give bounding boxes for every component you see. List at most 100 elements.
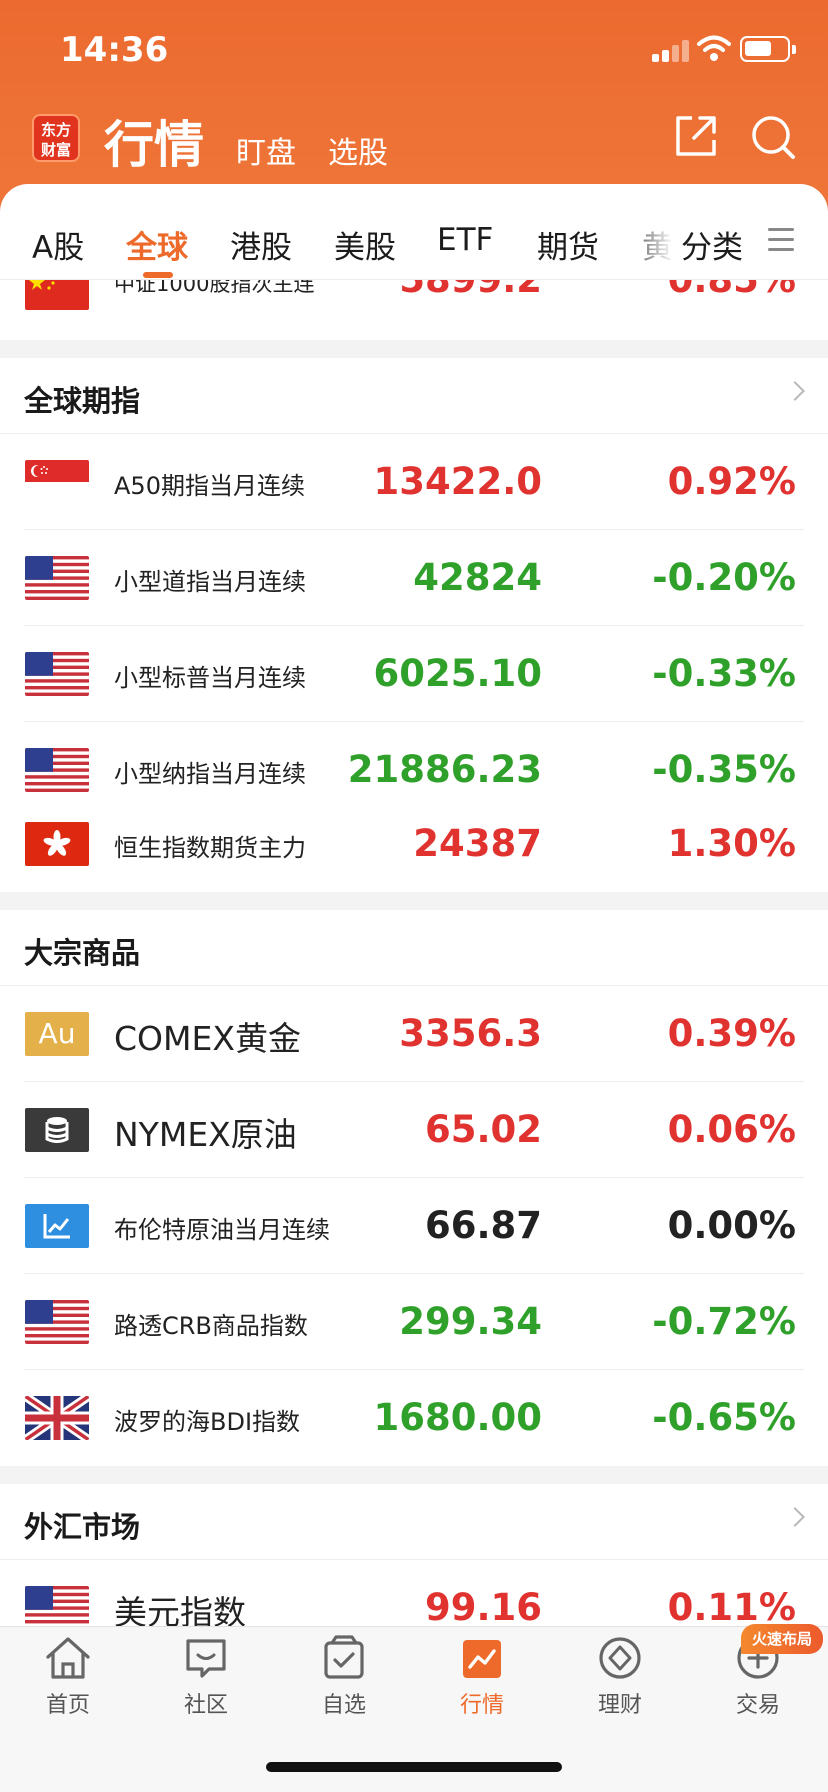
item-change: -0.20% — [652, 556, 796, 599]
battery-icon — [740, 36, 796, 62]
item-change: -0.33% — [652, 652, 796, 695]
app-header: 14:36 东方 财富 行情 盯盘 选股 A股 全球 港股 美股 ETF 期货 … — [0, 0, 828, 290]
gold-icon: Au — [25, 1012, 89, 1056]
item-name: 小型道指当月连续 — [114, 568, 306, 596]
nav-community[interactable]: 社区 — [146, 1635, 266, 1719]
item-change: 0.11% — [667, 1586, 796, 1626]
nav-wealth[interactable]: 理财 — [560, 1635, 680, 1719]
tab-etf[interactable]: ETF — [437, 222, 493, 258]
app-logo: 东方 财富 — [32, 114, 80, 162]
list-item[interactable]: Au COMEX黄金 3356.3 0.39% — [0, 986, 828, 1082]
us-flag-icon — [25, 1300, 89, 1344]
item-name: 小型标普当月连续 — [114, 664, 306, 692]
wealth-icon — [599, 1637, 641, 1679]
item-change: -0.35% — [652, 748, 796, 791]
item-name: 恒生指数期货主力 — [114, 834, 306, 862]
item-change: 0.92% — [667, 460, 796, 503]
item-change: 0.39% — [667, 1012, 796, 1055]
item-name: 路透CRB商品指数 — [114, 1312, 308, 1340]
tab-scroll-fade — [630, 184, 684, 279]
search-icon[interactable] — [750, 114, 796, 160]
section-commodities: 大宗商品 Au COMEX黄金 3356.3 0.39% NYMEX原油 65.… — [0, 910, 828, 1466]
tab-hk-shares[interactable]: 港股 — [230, 222, 292, 267]
subnav-watch[interactable]: 盯盘 — [236, 128, 296, 172]
item-name: 美元指数 — [114, 1593, 246, 1626]
section-global-futures: 全球期指 A50期指当月连续 13422.0 0.92% 小型道指当月连续 42… — [0, 358, 828, 844]
item-price: 65.02 — [424, 1108, 542, 1151]
item-change: 0.00% — [667, 1204, 796, 1247]
list-item[interactable]: 小型标普当月连续 6025.10 -0.33% — [0, 626, 828, 722]
list-item[interactable]: NYMEX原油 65.02 0.06% — [0, 1082, 828, 1178]
item-change: -0.72% — [652, 1300, 796, 1343]
tab-global[interactable]: 全球 — [126, 222, 188, 267]
tab-categories[interactable]: 分类 — [681, 222, 743, 267]
us-flag-icon — [25, 1586, 89, 1626]
line-chart-icon — [25, 1204, 89, 1248]
active-tab-indicator — [143, 272, 173, 278]
list-item[interactable]: 布伦特原油当月连续 66.87 0.00% — [0, 1178, 828, 1274]
oil-barrel-icon — [25, 1108, 89, 1152]
item-price: 1680.00 — [373, 1396, 542, 1439]
home-indicator — [266, 1762, 562, 1772]
list-item[interactable]: 美元指数 99.16 0.11% — [0, 1560, 828, 1626]
list-item[interactable]: 小型道指当月连续 42824 -0.20% — [0, 530, 828, 626]
nav-market[interactable]: 行情 — [422, 1635, 542, 1719]
section-header[interactable]: 大宗商品 — [0, 910, 828, 986]
subnav-stock-picker[interactable]: 选股 — [328, 128, 388, 172]
section-global-futures-tail: 恒生指数期货主力 24387 1.30% — [0, 796, 828, 892]
section-title: 大宗商品 — [24, 936, 141, 970]
watchlist-icon — [324, 1635, 364, 1679]
item-name: 布伦特原油当月连续 — [114, 1216, 330, 1244]
us-flag-icon — [25, 748, 89, 792]
singapore-flag-icon — [25, 460, 89, 504]
partial-card: 中证1000股指次主连 5899.2 0.85% — [0, 280, 828, 340]
community-icon — [186, 1639, 226, 1678]
market-icon — [463, 1640, 501, 1678]
share-icon[interactable] — [674, 114, 718, 158]
item-name: 小型纳指当月连续 — [114, 760, 306, 788]
cellular-signal-icon — [652, 40, 689, 62]
section-header[interactable]: 全球期指 — [0, 358, 828, 434]
china-flag-icon — [25, 280, 89, 310]
section-forex: 外汇市场 美元指数 99.16 0.11% — [0, 1484, 828, 1626]
tab-us-shares[interactable]: 美股 — [334, 222, 396, 267]
home-icon — [46, 1637, 90, 1679]
item-price: 5899.2 — [399, 280, 542, 301]
market-list[interactable]: 中证1000股指次主连 5899.2 0.85% 全球期指 A50期指当月连续 … — [0, 280, 828, 1626]
item-change: 0.85% — [668, 280, 796, 301]
section-title: 全球期指 — [24, 384, 141, 418]
section-header[interactable]: 外汇市场 — [0, 1484, 828, 1560]
item-price: 13422.0 — [373, 460, 542, 503]
tab-futures[interactable]: 期货 — [537, 222, 599, 267]
list-item[interactable]: 路透CRB商品指数 299.34 -0.72% — [0, 1274, 828, 1370]
section-title: 外汇市场 — [24, 1510, 141, 1544]
item-name: 中证1000股指次主连 — [114, 280, 315, 296]
item-name: A50期指当月连续 — [114, 472, 305, 500]
hong-kong-flag-icon — [25, 822, 89, 866]
item-price: 6025.10 — [373, 652, 542, 695]
item-change: 1.30% — [667, 822, 796, 865]
item-name: COMEX黄金 — [114, 1019, 301, 1058]
market-tabs: A股 全球 港股 美股 ETF 期货 黄 分类 — [0, 184, 828, 280]
item-price: 299.34 — [399, 1300, 542, 1343]
tab-a-shares[interactable]: A股 — [32, 222, 84, 267]
nav-home[interactable]: 首页 — [8, 1635, 128, 1719]
item-name: 波罗的海BDI指数 — [114, 1408, 301, 1436]
us-flag-icon — [25, 652, 89, 696]
list-item[interactable]: A50期指当月连续 13422.0 0.92% — [0, 434, 828, 530]
list-item[interactable]: 恒生指数期货主力 24387 1.30% — [0, 796, 828, 892]
status-time: 14:36 — [60, 30, 169, 70]
status-bar: 14:36 — [0, 0, 828, 100]
promo-badge[interactable]: 火速布局 — [741, 1624, 823, 1654]
item-change: 0.06% — [667, 1108, 796, 1151]
item-price: 99.16 — [424, 1586, 542, 1626]
list-item[interactable]: 波罗的海BDI指数 1680.00 -0.65% — [0, 1370, 828, 1466]
item-price: 3356.3 — [399, 1012, 542, 1055]
us-flag-icon — [25, 556, 89, 600]
list-item[interactable]: 中证1000股指次主连 5899.2 0.85% — [0, 280, 828, 336]
nav-watchlist[interactable]: 自选 — [284, 1635, 404, 1719]
item-price: 21886.23 — [347, 748, 542, 791]
item-price: 42824 — [413, 556, 542, 599]
menu-icon[interactable] — [768, 228, 794, 252]
chevron-right-icon — [785, 381, 805, 401]
